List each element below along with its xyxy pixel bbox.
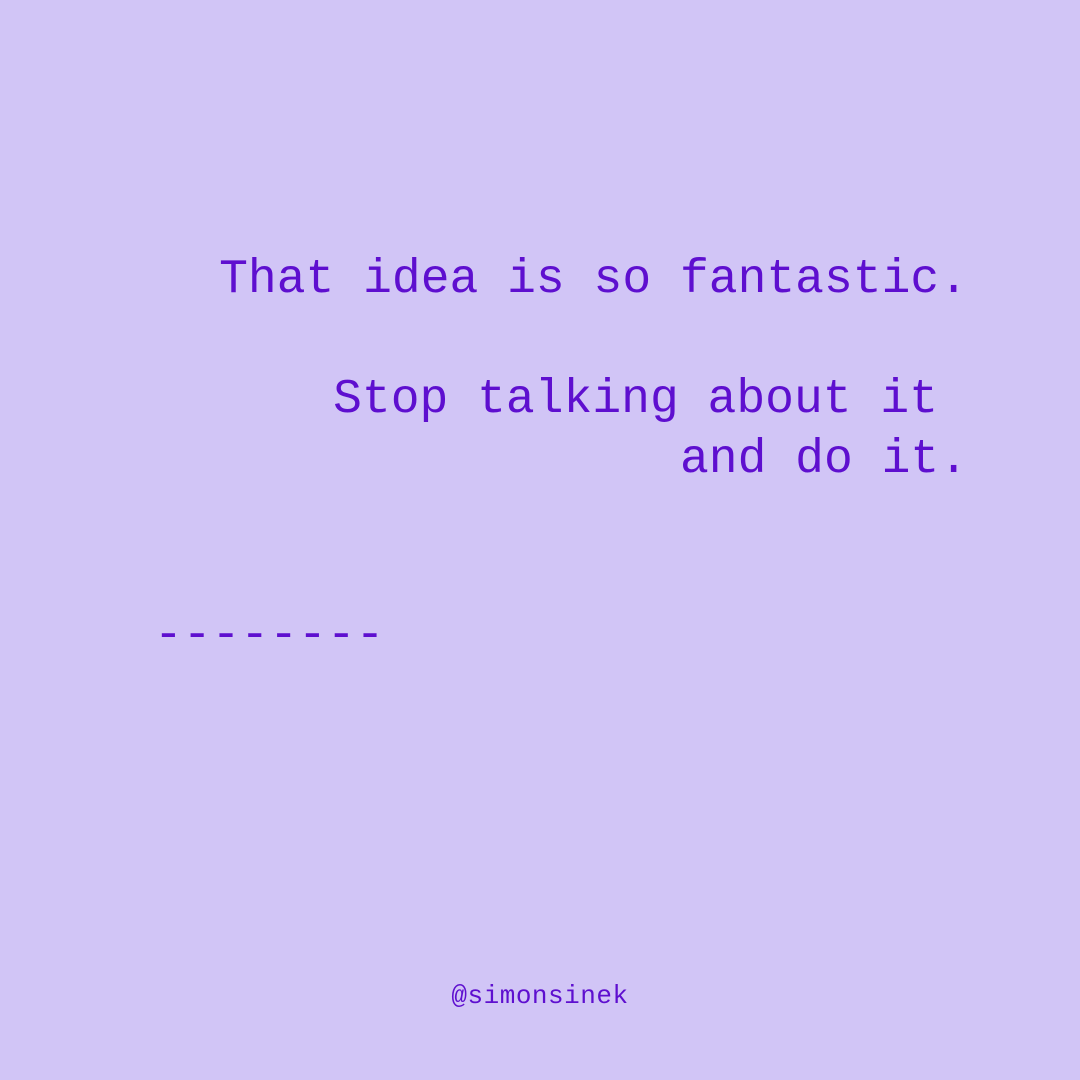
quote-line-3: and do it. xyxy=(679,433,968,487)
quote-line-1: That idea is so fantastic. xyxy=(219,253,968,307)
dashed-divider: -------- xyxy=(154,609,385,663)
quote-line-2: Stop talking about it xyxy=(333,373,938,427)
author-handle: @simonsinek xyxy=(451,981,629,1011)
